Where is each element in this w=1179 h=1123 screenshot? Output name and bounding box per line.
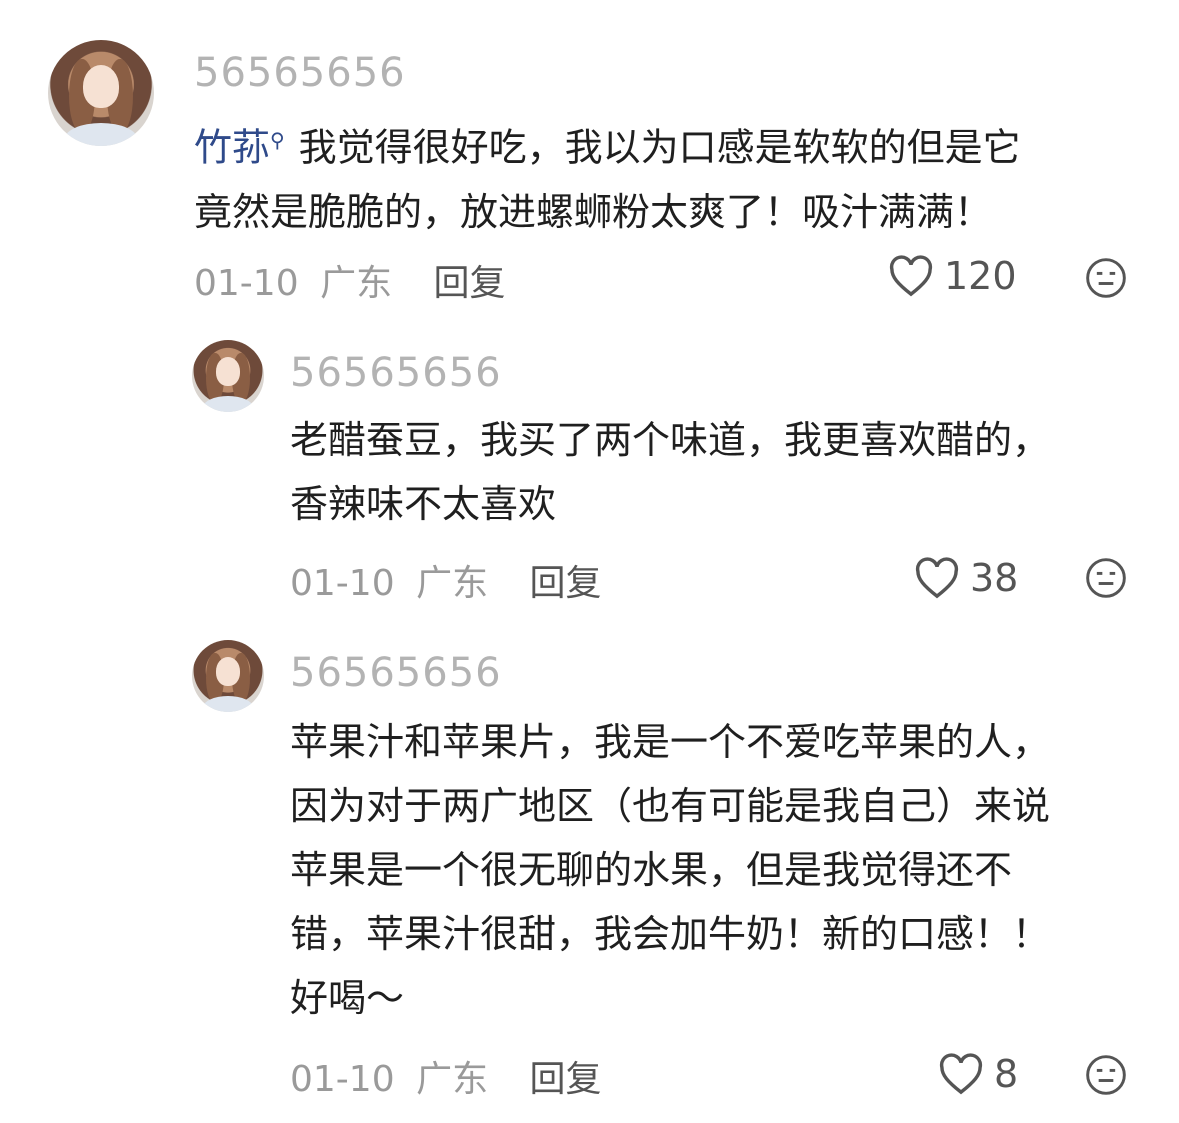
like-button[interactable]: 8 bbox=[938, 1052, 1018, 1096]
dislike-face-icon[interactable] bbox=[1084, 1053, 1128, 1097]
comment-location: 广东 bbox=[416, 563, 489, 604]
like-count: 38 bbox=[970, 556, 1019, 600]
comment-meta: 01-10 广东 回复 bbox=[194, 254, 506, 306]
like-button[interactable]: 120 bbox=[888, 254, 1017, 298]
username[interactable]: 56565656 bbox=[194, 50, 406, 96]
reply-button[interactable]: 回复 bbox=[530, 1059, 602, 1100]
comment-date: 01-10 bbox=[194, 263, 299, 304]
comment-text[interactable]: 苹果汁和苹果片，我是一个不爱吃苹果的人， 因为对于两广地区（也有可能是我自己）来… bbox=[290, 710, 1150, 1030]
dislike-face-icon[interactable] bbox=[1084, 556, 1128, 600]
reply-to-user[interactable]: 竹荪 bbox=[194, 126, 270, 170]
reply-button[interactable]: 回复 bbox=[530, 563, 602, 604]
search-icon: ⚲ bbox=[270, 128, 285, 152]
comment-meta: 01-10 广东 回复 bbox=[290, 1050, 602, 1102]
heart-icon bbox=[889, 255, 933, 297]
avatar[interactable] bbox=[48, 40, 154, 146]
comment-text[interactable]: 竹荪⚲ 我觉得很好吃，我以为口感是软软的但是它 竟然是脆脆的，放进螺蛳粉太爽了！吸… bbox=[194, 108, 1154, 244]
comment-text[interactable]: 老醋蚕豆，我买了两个味道，我更喜欢醋的， 香辣味不太喜欢 bbox=[290, 408, 1150, 536]
comment-body: 我觉得很好吃，我以为口感是软软的但是它 竟然是脆脆的，放进螺蛳粉太爽了！吸汁满满… bbox=[194, 125, 1021, 234]
heart-icon bbox=[915, 557, 959, 599]
heart-icon bbox=[939, 1053, 983, 1095]
username[interactable]: 56565656 bbox=[290, 350, 502, 396]
comment-location: 广东 bbox=[320, 263, 393, 304]
like-count: 120 bbox=[944, 254, 1017, 298]
dislike-face-icon[interactable] bbox=[1084, 256, 1128, 300]
like-button[interactable]: 38 bbox=[914, 556, 1018, 600]
reply-button[interactable]: 回复 bbox=[434, 263, 506, 304]
comment-location: 广东 bbox=[416, 1059, 489, 1100]
avatar[interactable] bbox=[192, 340, 264, 412]
comment-date: 01-10 bbox=[290, 563, 395, 604]
like-count: 8 bbox=[994, 1052, 1019, 1096]
comment-meta: 01-10 广东 回复 bbox=[290, 554, 602, 606]
username[interactable]: 56565656 bbox=[290, 650, 502, 696]
avatar[interactable] bbox=[192, 640, 264, 712]
comment-date: 01-10 bbox=[290, 1059, 395, 1100]
